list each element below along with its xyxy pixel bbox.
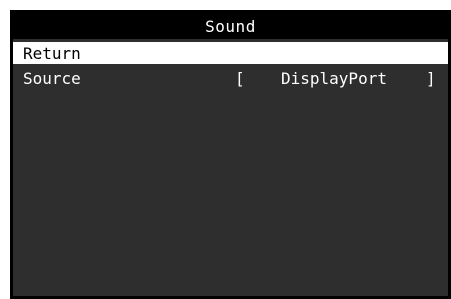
menu-title-bar: Sound: [13, 13, 448, 39]
menu-item-label: Source: [23, 68, 81, 88]
menu-item-source[interactable]: Source [ DisplayPort ]: [13, 67, 448, 89]
menu-title: Sound: [205, 16, 256, 36]
screen: Sound Return Source [ DisplayPort ]: [0, 0, 451, 299]
osd-menu-panel: Sound Return Source [ DisplayPort ]: [10, 10, 451, 299]
value-bracket-open: [: [235, 68, 245, 88]
menu-item-label: Return: [23, 43, 81, 63]
value-bracket-close: ]: [426, 68, 436, 88]
source-value: DisplayPort: [281, 68, 387, 88]
menu-item-return[interactable]: Return: [13, 42, 448, 64]
